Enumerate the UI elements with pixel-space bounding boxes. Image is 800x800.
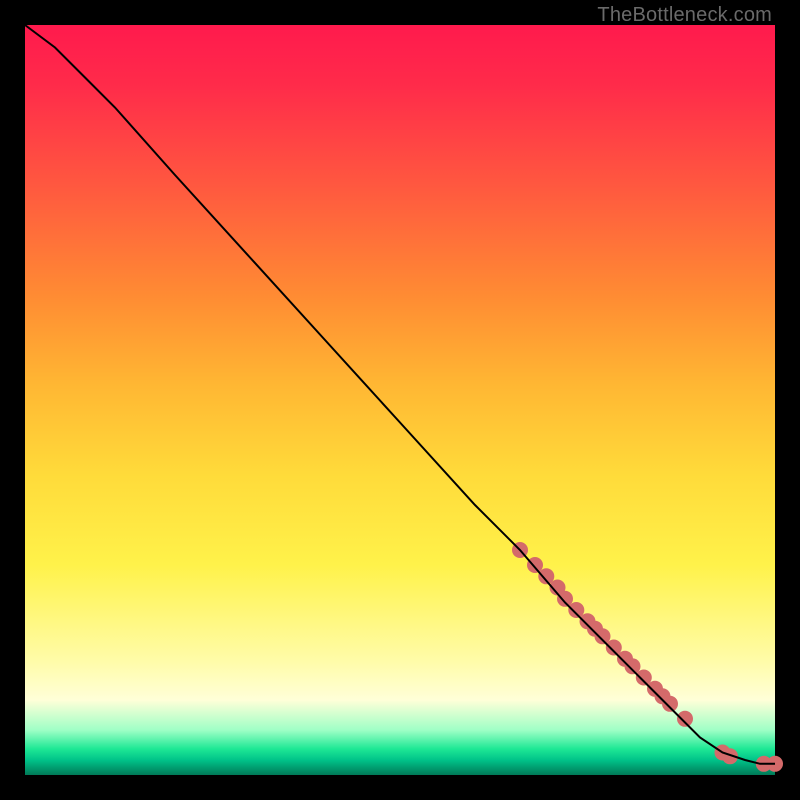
chart-frame: TheBottleneck.com bbox=[0, 0, 800, 800]
curve-path bbox=[25, 25, 775, 764]
data-point bbox=[527, 557, 543, 573]
marker-group bbox=[512, 542, 783, 772]
data-point bbox=[677, 711, 693, 727]
data-point bbox=[662, 696, 678, 712]
watermark-text: TheBottleneck.com bbox=[597, 4, 772, 27]
chart-svg bbox=[25, 25, 775, 775]
